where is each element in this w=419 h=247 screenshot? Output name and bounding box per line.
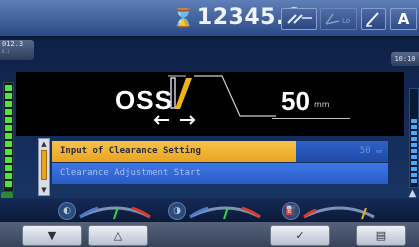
settings-list: ▲ ▼ Input of Clearance Setting 50 mm Cle… [38,138,388,196]
wiper-button[interactable] [361,8,386,30]
list-item-label: Input of Clearance Setting [60,146,201,156]
auto-mode-button[interactable]: A [390,8,417,30]
list-scrollbar[interactable]: ▲ ▼ [38,138,50,196]
fuel-icon: ⛽ [282,202,300,220]
value-underline [272,118,350,119]
right-bar-gauge [409,88,419,188]
checkmark-icon: ✓ [295,229,305,242]
gauge-strip: ◐ ◑ ⛽ [0,198,419,222]
clearance-unit: mm [314,100,330,109]
wiper-lo-label: Lo [342,17,350,25]
left-readout-value: 012.3 [2,40,24,48]
list-item-clearance-adjustment[interactable]: Clearance Adjustment Start [52,163,388,184]
work-light-button[interactable] [281,8,317,30]
wiper-lo-icon: Lo [325,13,350,25]
up-button[interactable]: △ [88,225,148,246]
machine-monitor-screen: ⌛12345.6h Lo A 012.3 0.1 10:10 [0,0,419,247]
list-item-clearance-setting[interactable]: Input of Clearance Setting 50 mm [52,141,388,162]
left-bar-gauge [3,82,14,192]
engine-temp-icon: ◐ [58,202,76,220]
bottom-button-bar: ▼ △ ✓ ▤ [0,222,419,247]
top-bar: ⌛12345.6h Lo A [0,0,419,38]
menu-button[interactable]: ▤ [356,225,406,246]
list-item-value: 50 mm [296,141,388,162]
hourglass-icon: ⌛ [172,8,195,29]
confirm-button[interactable]: ✓ [270,225,330,246]
menu-icon: ▤ [375,229,387,242]
crusher-jaw-diagram [153,75,276,125]
arrow-down-icon: ▼ [47,229,57,242]
hydraulic-oil-temp-gauge: ◑ [168,201,264,221]
arrow-up-icon: △ [113,229,123,242]
list-item-label: Clearance Adjustment Start [60,168,201,178]
hydraulic-oil-temp-icon: ◑ [168,202,186,220]
clearance-value: 50 [281,86,310,116]
engine-temp-gauge: ◐ [58,201,154,221]
down-button[interactable]: ▼ [22,225,82,246]
wiper-lo-button[interactable]: Lo [320,8,357,30]
work-light-icon [287,14,312,24]
scroll-down-icon[interactable]: ▼ [40,186,48,194]
scroll-thumb[interactable] [41,150,47,180]
fuel-gauge: ⛽ [282,201,378,221]
wiper-icon [366,12,379,27]
clock: 10:10 [391,52,419,66]
scroll-up-icon[interactable]: ▲ [40,140,48,148]
left-readout-sub: 0.1 [2,49,10,54]
left-readout: 012.3 0.1 [0,40,34,60]
